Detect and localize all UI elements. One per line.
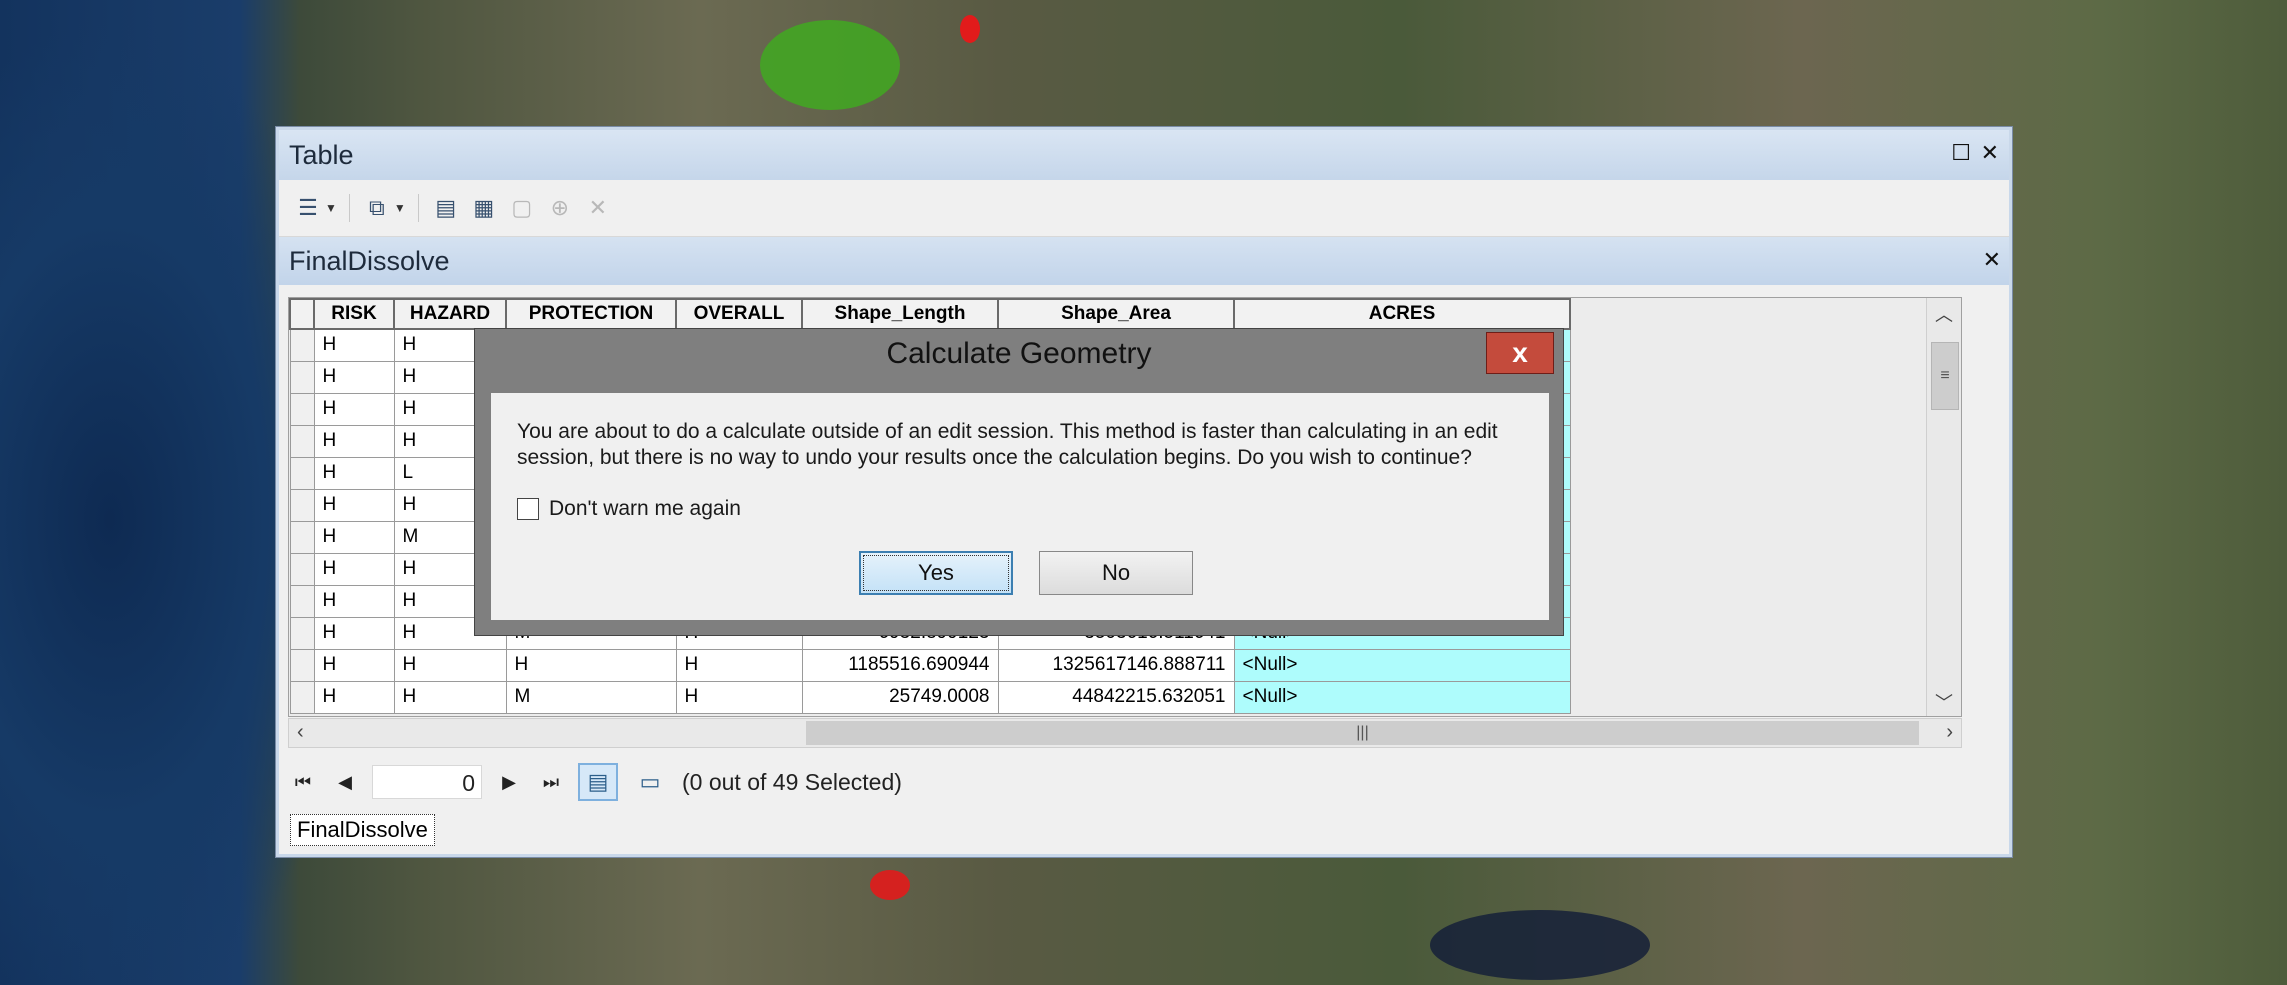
- vertical-scrollbar[interactable]: ︿ ≡ ﹀: [1926, 298, 1961, 716]
- next-record-icon[interactable]: ▶: [494, 772, 524, 793]
- row-selector[interactable]: [289, 328, 315, 362]
- column-header[interactable]: Shape_Area: [997, 298, 1235, 330]
- dialog-body: You are about to do a calculate outside …: [491, 393, 1549, 620]
- table-cell[interactable]: H: [505, 648, 677, 682]
- map-feature: [1430, 910, 1650, 980]
- horizontal-scrollbar[interactable]: ‹ ||| ›: [288, 718, 1962, 748]
- dont-warn-label[interactable]: Don't warn me again: [549, 497, 741, 521]
- table-cell[interactable]: H: [313, 424, 395, 458]
- maximize-icon[interactable]: ☐: [1951, 140, 1971, 166]
- table-cell[interactable]: H: [313, 552, 395, 586]
- row-selector[interactable]: [289, 392, 315, 426]
- related-tables-icon[interactable]: ⧉: [362, 193, 392, 223]
- clear-selection-icon[interactable]: ▢: [507, 193, 537, 223]
- column-header[interactable]: RISK: [313, 298, 395, 330]
- table-cell[interactable]: H: [313, 456, 395, 490]
- row-selector[interactable]: [289, 520, 315, 554]
- table-cell[interactable]: H: [675, 680, 803, 714]
- row-selector[interactable]: [289, 680, 315, 714]
- table-cell[interactable]: 25749.0008: [801, 680, 999, 714]
- row-selector[interactable]: [289, 456, 315, 490]
- toolbar-divider: [348, 194, 350, 222]
- yes-button[interactable]: Yes: [859, 551, 1013, 595]
- row-selector[interactable]: [289, 648, 315, 682]
- toolbar-divider: [417, 194, 419, 222]
- scroll-right-icon[interactable]: ›: [1946, 721, 1953, 744]
- table-cell[interactable]: 1185516.690944: [801, 648, 999, 682]
- previous-record-icon[interactable]: ◀: [330, 772, 360, 793]
- column-header[interactable]: PROTECTION: [505, 298, 677, 330]
- row-selector-header[interactable]: [289, 298, 315, 330]
- table-cell[interactable]: 44842215.632051: [997, 680, 1235, 714]
- table-cell[interactable]: H: [313, 488, 395, 522]
- row-selector[interactable]: [289, 584, 315, 618]
- scroll-thumb[interactable]: ≡: [1931, 342, 1959, 410]
- chevron-down-icon[interactable]: ▼: [325, 201, 337, 215]
- table-toolbar: ☰ ▼ ⧉ ▼ ▤ ▦ ▢ ⊕ ✕: [279, 180, 2009, 237]
- record-navigation: ⏮ ◀ 0 ▶ ⏭ ▤ ▭ (0 out of 49 Selected): [288, 760, 902, 804]
- scroll-down-icon[interactable]: ﹀: [1927, 686, 1961, 716]
- select-by-attributes-icon[interactable]: ▤: [431, 193, 461, 223]
- scroll-up-icon[interactable]: ︿: [1927, 298, 1961, 330]
- table-cell[interactable]: H: [393, 648, 507, 682]
- column-header[interactable]: OVERALL: [675, 298, 803, 330]
- row-selector[interactable]: [289, 616, 315, 650]
- dialog-buttons: Yes No: [859, 551, 1193, 595]
- table-cell[interactable]: H: [675, 648, 803, 682]
- record-number-input[interactable]: 0: [372, 765, 482, 799]
- table-tab-title: FinalDissolve: [289, 245, 450, 276]
- close-tab-icon[interactable]: ✕: [1983, 247, 2001, 273]
- column-header[interactable]: ACRES: [1233, 298, 1571, 330]
- row-selector[interactable]: [289, 360, 315, 394]
- scroll-left-icon[interactable]: ‹: [297, 721, 304, 744]
- table-cell[interactable]: H: [393, 680, 507, 714]
- table-cell[interactable]: M: [505, 680, 677, 714]
- table-tab-header: FinalDissolve ✕: [279, 237, 2009, 285]
- table-cell[interactable]: H: [313, 616, 395, 650]
- window-title: Table: [289, 139, 354, 170]
- map-background: [760, 20, 900, 110]
- dialog-message: You are about to do a calculate outside …: [517, 420, 1498, 469]
- table-cell[interactable]: H: [313, 584, 395, 618]
- show-selected-records-icon[interactable]: ▭: [630, 763, 670, 801]
- map-feature: [960, 15, 980, 43]
- map-feature: [870, 870, 910, 900]
- table-cell[interactable]: <Null>: [1233, 680, 1571, 714]
- dialog-title: Calculate Geometry: [886, 337, 1152, 370]
- scroll-thumb[interactable]: |||: [806, 721, 1919, 745]
- table-cell[interactable]: H: [313, 520, 395, 554]
- row-selector[interactable]: [289, 424, 315, 458]
- zoom-to-selected-icon[interactable]: ⊕: [545, 193, 575, 223]
- dont-warn-checkbox-row[interactable]: Don't warn me again: [517, 497, 1529, 521]
- column-header[interactable]: HAZARD: [393, 298, 507, 330]
- table-row[interactable]: H H M H 25749.0008 44842215.632051 <Null>: [289, 680, 1571, 714]
- last-record-icon[interactable]: ⏭: [536, 772, 566, 793]
- dont-warn-checkbox[interactable]: [517, 498, 539, 520]
- table-cell[interactable]: H: [313, 360, 395, 394]
- show-all-records-icon[interactable]: ▤: [578, 763, 618, 801]
- window-title-bar: Table ☐ ✕: [279, 130, 2009, 180]
- table-options-icon[interactable]: ☰: [293, 193, 323, 223]
- table-cell[interactable]: H: [313, 392, 395, 426]
- first-record-icon[interactable]: ⏮: [288, 772, 318, 793]
- no-button[interactable]: No: [1039, 551, 1193, 595]
- bottom-tab-finaldissolve[interactable]: FinalDissolve: [290, 814, 435, 846]
- row-selector[interactable]: [289, 488, 315, 522]
- column-header[interactable]: Shape_Length: [801, 298, 999, 330]
- table-cell[interactable]: H: [313, 680, 395, 714]
- calculate-geometry-dialog: Calculate Geometry x You are about to do…: [474, 328, 1564, 636]
- table-cell[interactable]: 1325617146.888711: [997, 648, 1235, 682]
- switch-selection-icon[interactable]: ▦: [469, 193, 499, 223]
- table-cell[interactable]: H: [313, 648, 395, 682]
- chevron-down-icon[interactable]: ▼: [394, 201, 406, 215]
- table-row[interactable]: H H H H 1185516.690944 1325617146.888711 <Null…: [289, 648, 1571, 682]
- dialog-close-button[interactable]: x: [1486, 332, 1554, 374]
- table-cell[interactable]: H: [313, 328, 395, 362]
- row-selector[interactable]: [289, 552, 315, 586]
- table-cell[interactable]: <Null>: [1233, 648, 1571, 682]
- close-icon[interactable]: ✕: [1981, 140, 1999, 166]
- delete-selected-icon[interactable]: ✕: [583, 193, 613, 223]
- selection-status: (0 out of 49 Selected): [682, 768, 902, 795]
